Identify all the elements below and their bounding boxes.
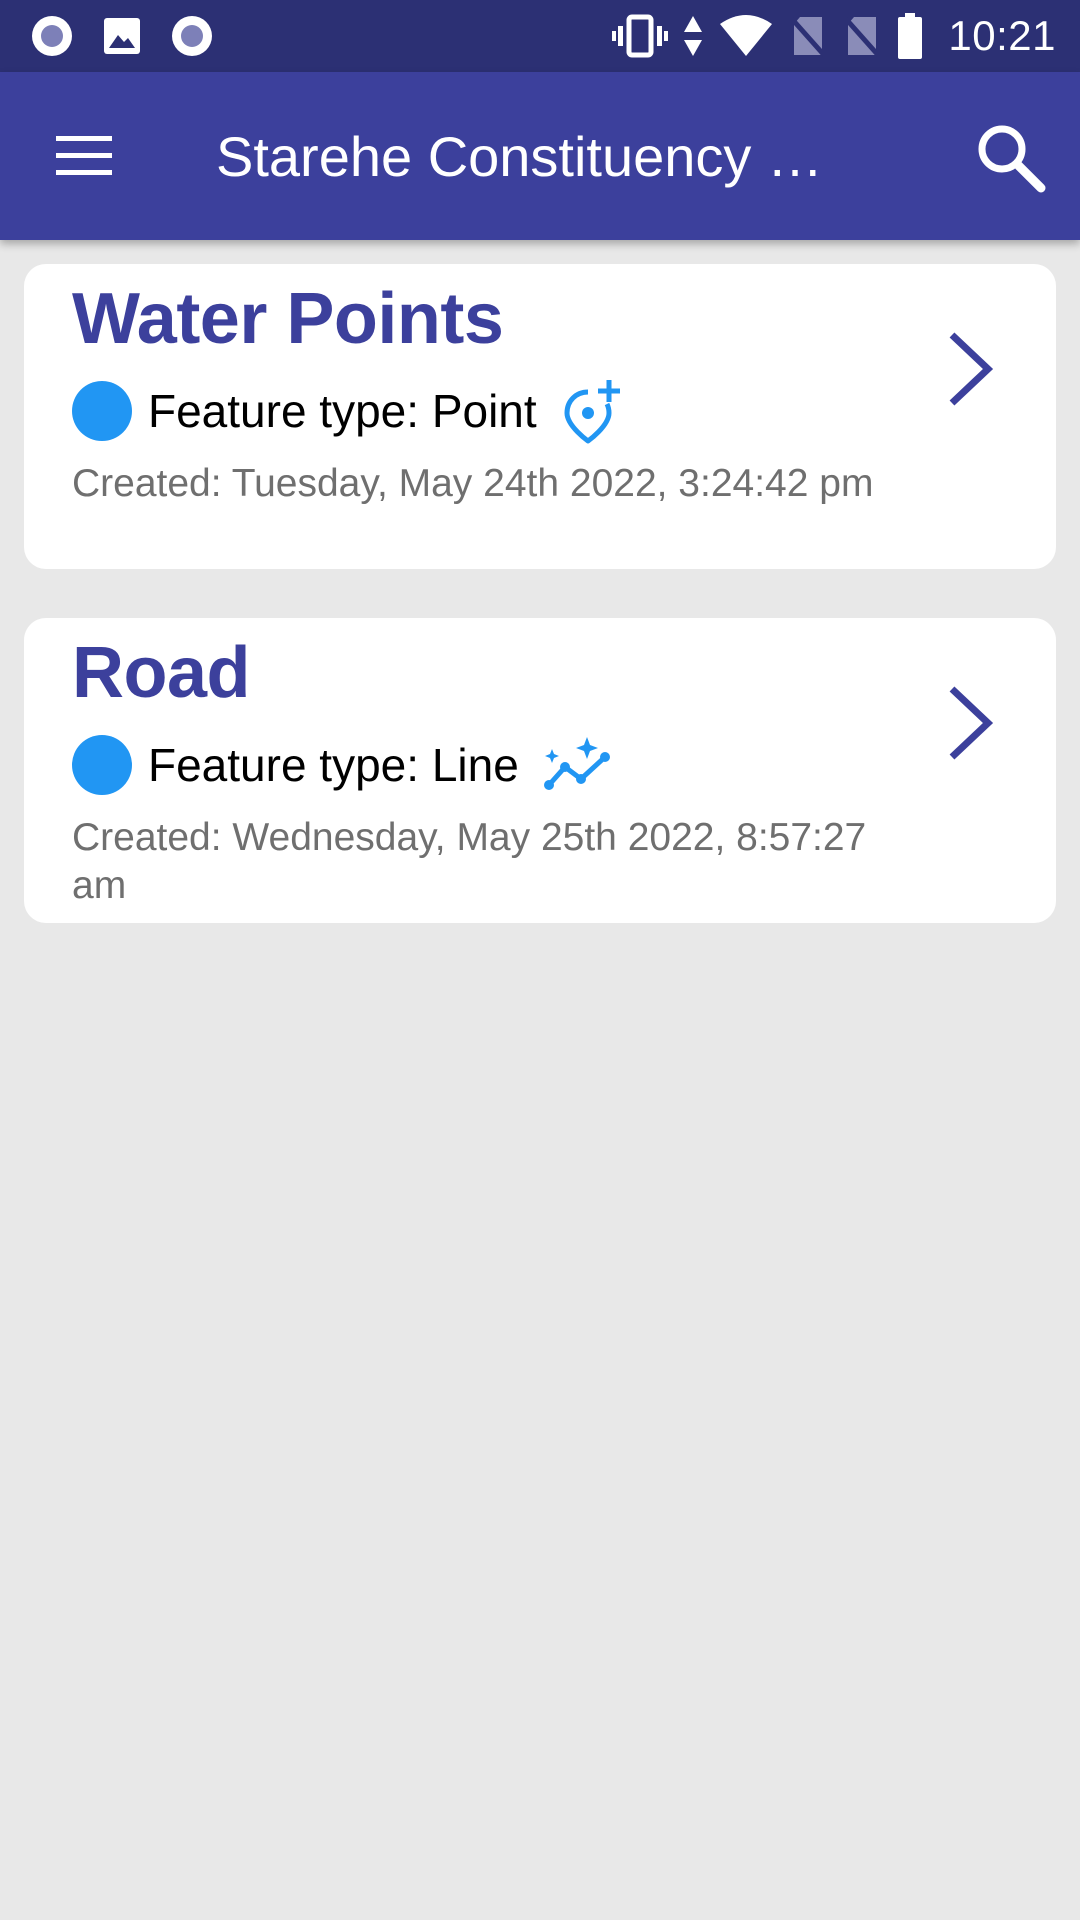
search-icon <box>978 125 1046 193</box>
record-icon <box>170 14 214 58</box>
no-sim-icon <box>842 14 882 58</box>
layer-card[interactable]: Water Points Feature type: Point Created… <box>24 264 1056 569</box>
feature-type-row: Feature type: Point <box>72 380 625 444</box>
layer-list: Water Points Feature type: Point Created… <box>24 264 1056 972</box>
layer-color-dot <box>72 735 132 795</box>
add-location-icon <box>564 380 620 444</box>
chevron-right-icon <box>949 686 994 760</box>
layer-title: Water Points <box>72 279 504 359</box>
polyline-sparkle-icon <box>543 737 610 790</box>
created-date: Created: Tuesday, May 24th 2022, 3:24:42… <box>72 462 874 505</box>
status-bar: 10:21 <box>0 0 1080 72</box>
record-icon <box>30 14 74 58</box>
layer-color-dot <box>72 381 132 441</box>
chevron-right-icon <box>949 332 994 406</box>
open-layer-button[interactable] <box>940 314 1000 424</box>
system-icons: 10:21 <box>612 10 1056 62</box>
layer-title: Road <box>72 633 251 713</box>
created-date: Created: Wednesday, May 25th 2022, 8:57:… <box>72 816 867 907</box>
battery-icon <box>896 13 924 59</box>
menu-button[interactable] <box>40 118 128 194</box>
wifi-icon <box>718 14 774 58</box>
menu-icon <box>56 136 112 175</box>
data-arrows-icon <box>682 14 704 58</box>
search-button[interactable] <box>968 118 1054 198</box>
feature-type-label: Feature type: Line <box>148 739 519 791</box>
no-sim-icon <box>788 14 828 58</box>
layer-card[interactable]: Road Feature type: Line Created: Wednesd… <box>24 618 1056 923</box>
notification-icons <box>30 14 214 58</box>
image-icon <box>102 16 142 56</box>
feature-type-label: Feature type: Point <box>148 385 537 437</box>
open-layer-button[interactable] <box>940 668 1000 778</box>
page-title: Starehe Constituency … <box>216 125 823 188</box>
clock: 10:21 <box>948 12 1056 59</box>
vibrate-icon <box>612 14 669 58</box>
feature-type-row: Feature type: Line <box>72 734 613 796</box>
app-bar: Starehe Constituency … <box>0 72 1080 240</box>
